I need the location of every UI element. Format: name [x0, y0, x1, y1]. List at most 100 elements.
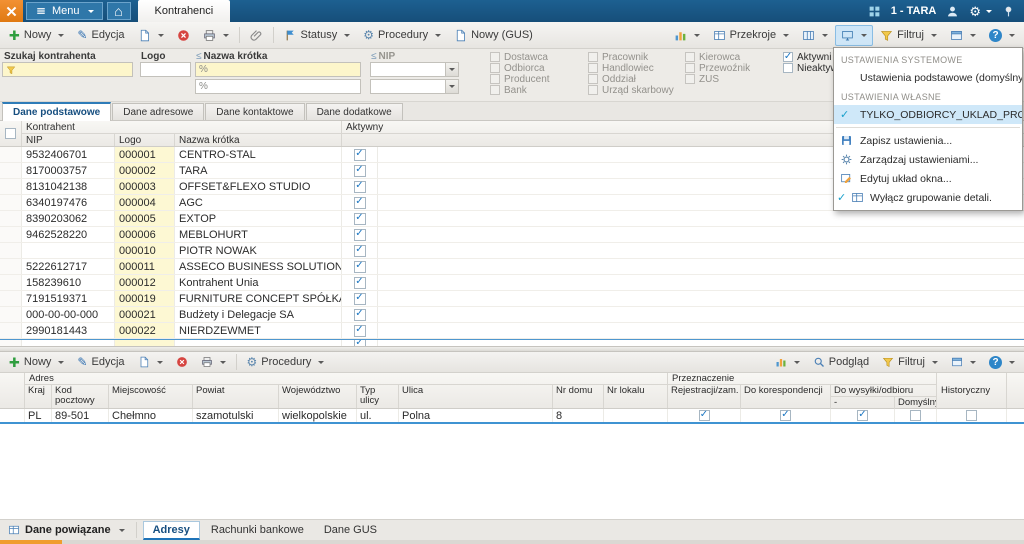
column-header-logo[interactable]: Logo [115, 134, 175, 146]
aktywny-checkbox[interactable] [354, 149, 366, 161]
table-row[interactable]: 2990181443000022NIERDZEWMET [0, 323, 1024, 339]
col-header-nr-domu[interactable]: Nr domu [553, 385, 604, 408]
aktywny-checkbox[interactable] [354, 340, 366, 346]
domyslny-checkbox[interactable] [910, 410, 921, 421]
window-button[interactable] [944, 25, 982, 46]
detail-copy-button[interactable] [132, 354, 169, 371]
attachments-button[interactable] [244, 25, 269, 46]
aktywny-checkbox[interactable] [354, 181, 366, 193]
menu-item-zarz-dzaj-ustawieniami[interactable]: Zarządzaj ustawieniami... [834, 150, 1022, 169]
table-row[interactable]: 158239610000012Kontrahent Unia [0, 275, 1024, 291]
short-name-input-2[interactable]: % [195, 79, 361, 94]
menu-item-tylko-odbiorcy-uklad-prosty[interactable]: ✓TYLKO_ODBIORCY_UKLAD_PROSTY [834, 105, 1022, 124]
delete-button[interactable] [171, 25, 196, 46]
procedures-button[interactable]: ⚙Procedury [357, 25, 447, 46]
aktywny-checkbox[interactable] [354, 277, 366, 289]
col-header-historyczny[interactable]: Historyczny [937, 373, 1007, 408]
column-header-nazwa[interactable]: Nazwa krótka [175, 134, 342, 146]
address-row-selector[interactable] [0, 409, 25, 422]
user-icon[interactable] [946, 5, 959, 18]
detail-delete-button[interactable] [170, 354, 194, 371]
nip-combo-1[interactable] [370, 62, 459, 77]
historyczny-checkbox[interactable] [966, 410, 977, 421]
tab-dane-kontaktowe[interactable]: Dane kontaktowe [205, 103, 304, 120]
settings-gear-button[interactable]: ⚙ [969, 5, 992, 18]
tab-dane-podstawowe[interactable]: Dane podstawowe [2, 102, 111, 121]
preview-button[interactable]: Podgląd [807, 354, 875, 371]
tab-rachunki-bankowe[interactable]: Rachunki bankowe [202, 521, 313, 540]
nip-combo-2[interactable] [370, 79, 459, 94]
aktywny-checkbox[interactable] [354, 245, 366, 257]
home-button[interactable]: ⌂ [107, 2, 131, 20]
detail-window-button[interactable] [945, 354, 982, 371]
aktywny-checkbox[interactable] [354, 229, 366, 241]
related-data-button[interactable]: Dane powiązane [3, 524, 130, 536]
print-button[interactable] [197, 25, 235, 46]
col-header-miejscowosc[interactable]: Miejscowość [109, 385, 193, 408]
col-header-domyslny[interactable]: Domyślny [895, 397, 937, 409]
detail-new-button[interactable]: ✚Nowy [3, 354, 70, 371]
col-header-korespondencji[interactable]: Do korespondencji [741, 385, 831, 409]
menu-button[interactable]: Menu [26, 2, 103, 20]
tab-dane-gus[interactable]: Dane GUS [315, 521, 386, 540]
table-row[interactable]: 7191519371000019FURNITURE CONCEPT SPÓŁKA… [0, 291, 1024, 307]
col-header-wysylki[interactable]: Do wysyłki/odbioru [831, 385, 937, 397]
detail-print-button[interactable] [195, 354, 232, 371]
select-all-checkbox[interactable] [5, 128, 16, 139]
table-row[interactable]: 8390203062000005EXTOP [0, 211, 1024, 227]
views-button[interactable]: Przekroje [707, 25, 795, 46]
window-tab-kontrahenci[interactable]: Kontrahenci [138, 0, 231, 22]
col-header-powiat[interactable]: Powiat [193, 385, 279, 408]
statuses-button[interactable]: Statusy [278, 25, 357, 46]
col-header-wysylki-dash[interactable]: - [831, 397, 895, 409]
aktywny-checkbox[interactable] [354, 293, 366, 305]
dropdown-button[interactable] [445, 80, 458, 93]
short-name-input-1[interactable]: % [195, 62, 361, 77]
new-gus-button[interactable]: Nowy (GUS) [448, 25, 539, 46]
col-header-wojewodztwo[interactable]: Województwo [279, 385, 357, 408]
tab-dane-adresowe[interactable]: Dane adresowe [112, 103, 204, 120]
menu-item-wy-cz-grupowanie-detali[interactable]: ✓Wyłącz grupowanie detali. [834, 188, 1022, 207]
col-header-nr-lokalu[interactable]: Nr lokalu [604, 385, 668, 408]
dropdown-button[interactable] [445, 63, 458, 76]
table-row[interactable]: 9462528220000006MEBLOHURT [0, 227, 1024, 243]
aktywny-checkbox[interactable] [354, 197, 366, 209]
menu-item-zapisz-ustawienia[interactable]: Zapisz ustawienia... [834, 131, 1022, 150]
help-button[interactable]: ? [983, 25, 1021, 46]
horizontal-scrollbar-thumb[interactable] [0, 540, 62, 544]
columns-button[interactable] [796, 25, 834, 46]
aktywny-checkbox[interactable] [354, 213, 366, 225]
detail-edit-button[interactable]: ✎Edycja [71, 354, 130, 371]
aktywny-checkbox[interactable] [354, 309, 366, 321]
aktywny-checkbox[interactable] [354, 165, 366, 177]
detail-statistics-button[interactable] [769, 354, 806, 371]
table-row[interactable]: 5222612717000011ASSECO BUSINESS SOLUTION… [0, 259, 1024, 275]
address-row[interactable]: PL 89-501 Chełmno szamotulski wielkopols… [0, 409, 1024, 424]
col-header-ulica[interactable]: Ulica [399, 385, 553, 408]
filter-button[interactable]: Filtruj [874, 25, 943, 46]
col-header-kod-pocztowy[interactable]: Kod pocztowy [52, 385, 109, 408]
copy-button[interactable] [132, 25, 170, 46]
apps-grid-icon[interactable] [868, 5, 881, 18]
pin-icon[interactable] [1002, 5, 1015, 18]
wysylki-checkbox[interactable] [857, 410, 868, 421]
korespondencji-checkbox[interactable] [780, 410, 791, 421]
table-row[interactable]: 000-00-00-000000021Budżety i Delegacje S… [0, 307, 1024, 323]
logo-input[interactable] [140, 62, 191, 77]
menu-item-ustawienia-podstawowe-domy-lny[interactable]: Ustawienia podstawowe (domyślny) [834, 68, 1022, 87]
detail-procedures-button[interactable]: ⚙Procedury [241, 354, 331, 371]
detail-help-button[interactable]: ? [983, 354, 1021, 371]
col-header-typ-ulicy[interactable]: Typ ulicy [357, 385, 399, 408]
col-header-rejestracji[interactable]: Rejestracji/zam. [668, 385, 741, 409]
statistics-button[interactable] [668, 25, 706, 46]
rejestracji-checkbox[interactable] [699, 410, 710, 421]
col-header-kraj[interactable]: Kraj [25, 385, 52, 408]
horizontal-scrollbar[interactable] [0, 540, 1024, 544]
new-button[interactable]: ✚Nowy [3, 25, 70, 46]
window-settings-button[interactable] [835, 25, 873, 46]
detail-filter-button[interactable]: Filtruj [876, 354, 944, 371]
aktywny-checkbox[interactable] [354, 325, 366, 337]
tab-dane-dodatkowe[interactable]: Dane dodatkowe [306, 103, 403, 120]
search-input[interactable] [2, 62, 133, 77]
table-row[interactable]: 000010PIOTR NOWAK [0, 243, 1024, 259]
